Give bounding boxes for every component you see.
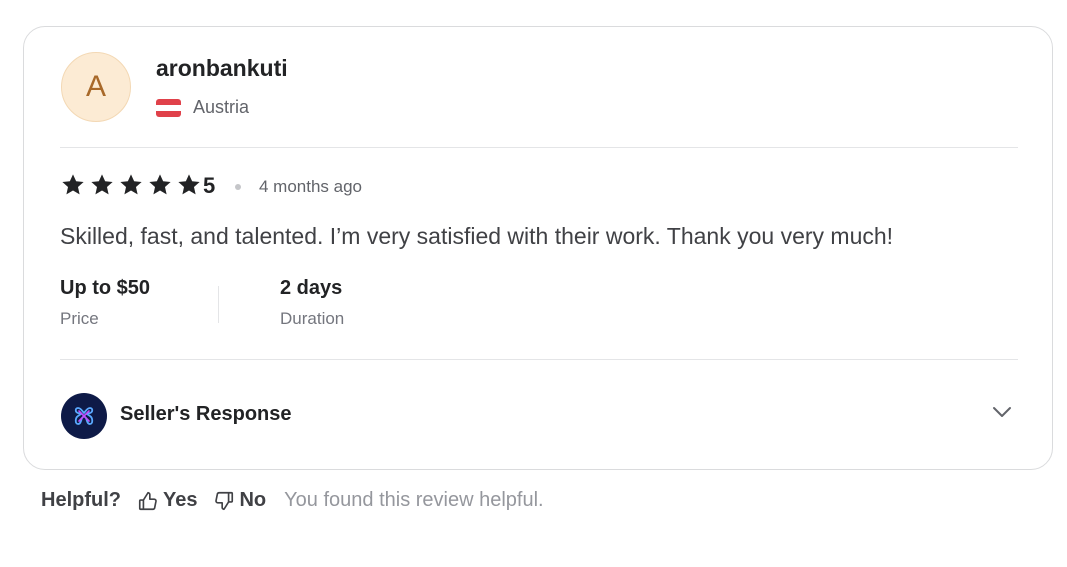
- reviewer-username[interactable]: aronbankuti: [156, 55, 288, 82]
- duration-detail: 2 days Duration: [280, 277, 344, 329]
- star-icon: [149, 174, 171, 195]
- response-divider: [60, 359, 1018, 360]
- helpful-label: Helpful?: [41, 489, 121, 511]
- star-icon: [120, 174, 142, 195]
- chevron-down-icon[interactable]: [990, 400, 1014, 424]
- detail-separator: [218, 286, 219, 323]
- helpful-no-button[interactable]: No: [213, 489, 266, 512]
- star-icon: [178, 174, 200, 195]
- reviewer-country: Austria: [193, 97, 250, 117]
- duration-value: 2 days: [280, 277, 343, 299]
- price-detail: Up to $50 Price: [60, 277, 150, 329]
- helpful-yes-label: Yes: [163, 489, 198, 511]
- thumbs-down-icon: [215, 491, 234, 510]
- star-rating: [60, 172, 202, 198]
- seller-response-title[interactable]: Seller's Response: [120, 403, 292, 426]
- review-text: Skilled, fast, and talented. I’m very sa…: [60, 223, 894, 249]
- review-card: A aronbankuti Austria 5 4 months ago Ski…: [23, 26, 1053, 470]
- price-value: Up to $50: [60, 277, 151, 299]
- helpful-status-text: You found this review helpful.: [284, 489, 544, 511]
- star-icon: [62, 174, 84, 195]
- price-label: Price: [60, 309, 99, 328]
- helpful-yes-button[interactable]: Yes: [137, 489, 197, 512]
- seller-logo-icon: [61, 393, 107, 439]
- rating-value: 5: [203, 173, 216, 198]
- helpful-no-label: No: [239, 489, 267, 511]
- star-icon: [91, 174, 113, 195]
- header-divider: [60, 147, 1018, 148]
- helpful-bar: Helpful? Yes No You found this review he…: [41, 489, 544, 512]
- duration-label: Duration: [280, 309, 345, 328]
- separator-dot: [235, 184, 241, 190]
- austria-flag-icon: [156, 99, 181, 117]
- review-time: 4 months ago: [259, 177, 363, 196]
- avatar-letter: A: [85, 70, 106, 103]
- thumbs-up-icon: [138, 491, 157, 510]
- reviewer-avatar[interactable]: A: [61, 52, 131, 122]
